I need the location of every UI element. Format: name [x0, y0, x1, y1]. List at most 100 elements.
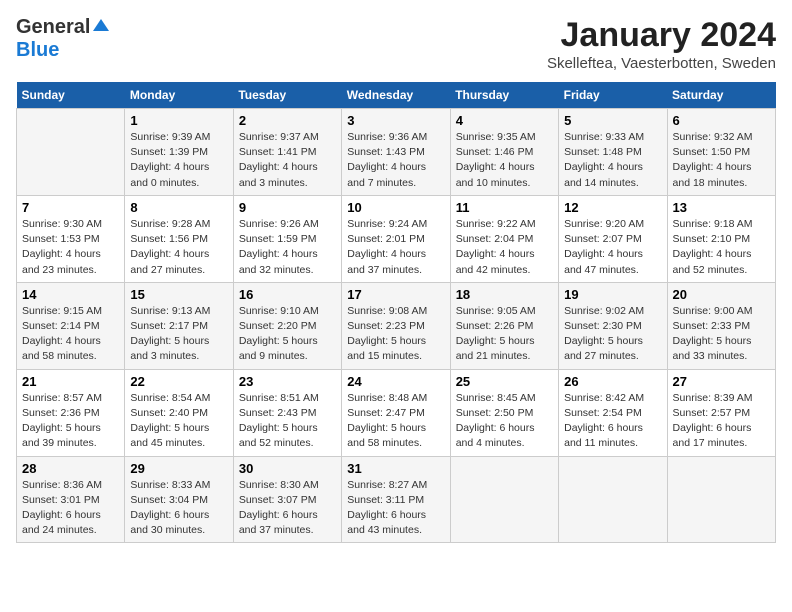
calendar-cell: 19 Sunrise: 9:02 AM Sunset: 2:30 PM Dayli…: [559, 282, 667, 369]
calendar-cell: 6Sunrise: 9:32 AM Sunset: 1:50 PM Daylig…: [667, 109, 775, 196]
calendar-cell: 22 Sunrise: 8:54 AM Sunset: 2:40 PM Dayli…: [125, 369, 233, 456]
calendar-cell: 24Sunrise: 8:48 AM Sunset: 2:47 PM Dayli…: [342, 369, 450, 456]
calendar-cell: 5 Sunrise: 9:33 AM Sunset: 1:48 PM Daylig…: [559, 109, 667, 196]
calendar-cell: 2 Sunrise: 9:37 AM Sunset: 1:41 PM Daylig…: [233, 109, 341, 196]
day-number: 26: [564, 374, 661, 389]
day-info: Sunrise: 8:51 AM Sunset: 2:43 PM Dayligh…: [239, 391, 336, 452]
calendar-cell: 21Sunrise: 8:57 AM Sunset: 2:36 PM Dayli…: [17, 369, 125, 456]
day-header-saturday: Saturday: [667, 82, 775, 109]
day-number: 28: [22, 461, 119, 476]
calendar-cell: 3 Sunrise: 9:36 AM Sunset: 1:43 PM Daylig…: [342, 109, 450, 196]
calendar-cell: 10 Sunrise: 9:24 AM Sunset: 2:01 PM Dayli…: [342, 195, 450, 282]
day-number: 12: [564, 200, 661, 215]
day-info: Sunrise: 9:10 AM Sunset: 2:20 PM Dayligh…: [239, 304, 336, 365]
day-info: Sunrise: 9:32 AM Sunset: 1:50 PM Dayligh…: [673, 130, 770, 191]
day-number: 9: [239, 200, 336, 215]
calendar-cell: 20 Sunrise: 9:00 AM Sunset: 2:33 PM Dayli…: [667, 282, 775, 369]
calendar-cell: 16 Sunrise: 9:10 AM Sunset: 2:20 PM Dayli…: [233, 282, 341, 369]
day-info: Sunrise: 9:37 AM Sunset: 1:41 PM Dayligh…: [239, 130, 336, 191]
day-number: 31: [347, 461, 444, 476]
day-info: Sunrise: 9:28 AM Sunset: 1:56 PM Dayligh…: [130, 217, 227, 278]
calendar-table: SundayMondayTuesdayWednesdayThursdayFrid…: [16, 82, 776, 543]
logo-general: General: [16, 16, 90, 39]
day-number: 4: [456, 113, 553, 128]
day-info: Sunrise: 8:54 AM Sunset: 2:40 PM Dayligh…: [130, 391, 227, 452]
calendar-cell: [450, 456, 558, 543]
calendar-cell: 27Sunrise: 8:39 AM Sunset: 2:57 PM Dayli…: [667, 369, 775, 456]
calendar-cell: 9 Sunrise: 9:26 AM Sunset: 1:59 PM Daylig…: [233, 195, 341, 282]
location-subtitle: Skelleftea, Vaesterbotten, Sweden: [547, 55, 776, 72]
day-number: 13: [673, 200, 770, 215]
day-number: 16: [239, 287, 336, 302]
day-number: 15: [130, 287, 227, 302]
calendar-cell: 13 Sunrise: 9:18 AM Sunset: 2:10 PM Dayli…: [667, 195, 775, 282]
day-number: 11: [456, 200, 553, 215]
day-info: Sunrise: 9:33 AM Sunset: 1:48 PM Dayligh…: [564, 130, 661, 191]
week-row-5: 28 Sunrise: 8:36 AM Sunset: 3:01 PM Dayli…: [17, 456, 776, 543]
day-info: Sunrise: 9:05 AM Sunset: 2:26 PM Dayligh…: [456, 304, 553, 365]
calendar-cell: 28 Sunrise: 8:36 AM Sunset: 3:01 PM Dayli…: [17, 456, 125, 543]
day-header-monday: Monday: [125, 82, 233, 109]
day-info: Sunrise: 9:20 AM Sunset: 2:07 PM Dayligh…: [564, 217, 661, 278]
day-info: Sunrise: 9:35 AM Sunset: 1:46 PM Dayligh…: [456, 130, 553, 191]
day-number: 23: [239, 374, 336, 389]
day-number: 7: [22, 200, 119, 215]
day-number: 3: [347, 113, 444, 128]
day-header-thursday: Thursday: [450, 82, 558, 109]
calendar-cell: [17, 109, 125, 196]
day-number: 25: [456, 374, 553, 389]
calendar-cell: 14 Sunrise: 9:15 AM Sunset: 2:14 PM Dayli…: [17, 282, 125, 369]
day-number: 24: [347, 374, 444, 389]
week-row-1: 1Sunrise: 9:39 AM Sunset: 1:39 PM Daylig…: [17, 109, 776, 196]
calendar-cell: 4 Sunrise: 9:35 AM Sunset: 1:46 PM Daylig…: [450, 109, 558, 196]
day-header-friday: Friday: [559, 82, 667, 109]
day-info: Sunrise: 8:42 AM Sunset: 2:54 PM Dayligh…: [564, 391, 661, 452]
day-number: 21: [22, 374, 119, 389]
day-info: Sunrise: 9:00 AM Sunset: 2:33 PM Dayligh…: [673, 304, 770, 365]
day-info: Sunrise: 9:24 AM Sunset: 2:01 PM Dayligh…: [347, 217, 444, 278]
calendar-cell: 29Sunrise: 8:33 AM Sunset: 3:04 PM Dayli…: [125, 456, 233, 543]
day-info: Sunrise: 9:39 AM Sunset: 1:39 PM Dayligh…: [130, 130, 227, 191]
week-row-4: 21Sunrise: 8:57 AM Sunset: 2:36 PM Dayli…: [17, 369, 776, 456]
header-row: SundayMondayTuesdayWednesdayThursdayFrid…: [17, 82, 776, 109]
day-number: 10: [347, 200, 444, 215]
day-info: Sunrise: 9:13 AM Sunset: 2:17 PM Dayligh…: [130, 304, 227, 365]
day-number: 5: [564, 113, 661, 128]
calendar-cell: 12 Sunrise: 9:20 AM Sunset: 2:07 PM Dayli…: [559, 195, 667, 282]
calendar-cell: 26 Sunrise: 8:42 AM Sunset: 2:54 PM Dayli…: [559, 369, 667, 456]
day-info: Sunrise: 9:08 AM Sunset: 2:23 PM Dayligh…: [347, 304, 444, 365]
day-info: Sunrise: 8:36 AM Sunset: 3:01 PM Dayligh…: [22, 478, 119, 539]
calendar-cell: 25 Sunrise: 8:45 AM Sunset: 2:50 PM Dayli…: [450, 369, 558, 456]
calendar-cell: 11Sunrise: 9:22 AM Sunset: 2:04 PM Dayli…: [450, 195, 558, 282]
day-info: Sunrise: 8:27 AM Sunset: 3:11 PM Dayligh…: [347, 478, 444, 539]
calendar-cell: 18 Sunrise: 9:05 AM Sunset: 2:26 PM Dayli…: [450, 282, 558, 369]
day-info: Sunrise: 8:33 AM Sunset: 3:04 PM Dayligh…: [130, 478, 227, 539]
day-number: 2: [239, 113, 336, 128]
day-info: Sunrise: 8:45 AM Sunset: 2:50 PM Dayligh…: [456, 391, 553, 452]
day-info: Sunrise: 9:15 AM Sunset: 2:14 PM Dayligh…: [22, 304, 119, 365]
day-number: 22: [130, 374, 227, 389]
day-number: 27: [673, 374, 770, 389]
day-info: Sunrise: 9:26 AM Sunset: 1:59 PM Dayligh…: [239, 217, 336, 278]
logo-arrow-icon: [92, 17, 110, 35]
calendar-cell: 15 Sunrise: 9:13 AM Sunset: 2:17 PM Dayli…: [125, 282, 233, 369]
title-area: January 2024 Skelleftea, Vaesterbotten, …: [547, 16, 776, 72]
day-number: 17: [347, 287, 444, 302]
day-number: 14: [22, 287, 119, 302]
day-info: Sunrise: 9:36 AM Sunset: 1:43 PM Dayligh…: [347, 130, 444, 191]
day-number: 20: [673, 287, 770, 302]
calendar-cell: [667, 456, 775, 543]
week-row-2: 7Sunrise: 9:30 AM Sunset: 1:53 PM Daylig…: [17, 195, 776, 282]
day-number: 18: [456, 287, 553, 302]
day-number: 19: [564, 287, 661, 302]
day-info: Sunrise: 9:02 AM Sunset: 2:30 PM Dayligh…: [564, 304, 661, 365]
calendar-cell: 23 Sunrise: 8:51 AM Sunset: 2:43 PM Dayli…: [233, 369, 341, 456]
week-row-3: 14 Sunrise: 9:15 AM Sunset: 2:14 PM Dayli…: [17, 282, 776, 369]
logo: General Blue: [16, 16, 110, 62]
day-info: Sunrise: 9:18 AM Sunset: 2:10 PM Dayligh…: [673, 217, 770, 278]
calendar-cell: 1Sunrise: 9:39 AM Sunset: 1:39 PM Daylig…: [125, 109, 233, 196]
day-header-sunday: Sunday: [17, 82, 125, 109]
calendar-cell: 17 Sunrise: 9:08 AM Sunset: 2:23 PM Dayli…: [342, 282, 450, 369]
header: General Blue January 2024 Skelleftea, Va…: [16, 16, 776, 72]
day-info: Sunrise: 8:30 AM Sunset: 3:07 PM Dayligh…: [239, 478, 336, 539]
